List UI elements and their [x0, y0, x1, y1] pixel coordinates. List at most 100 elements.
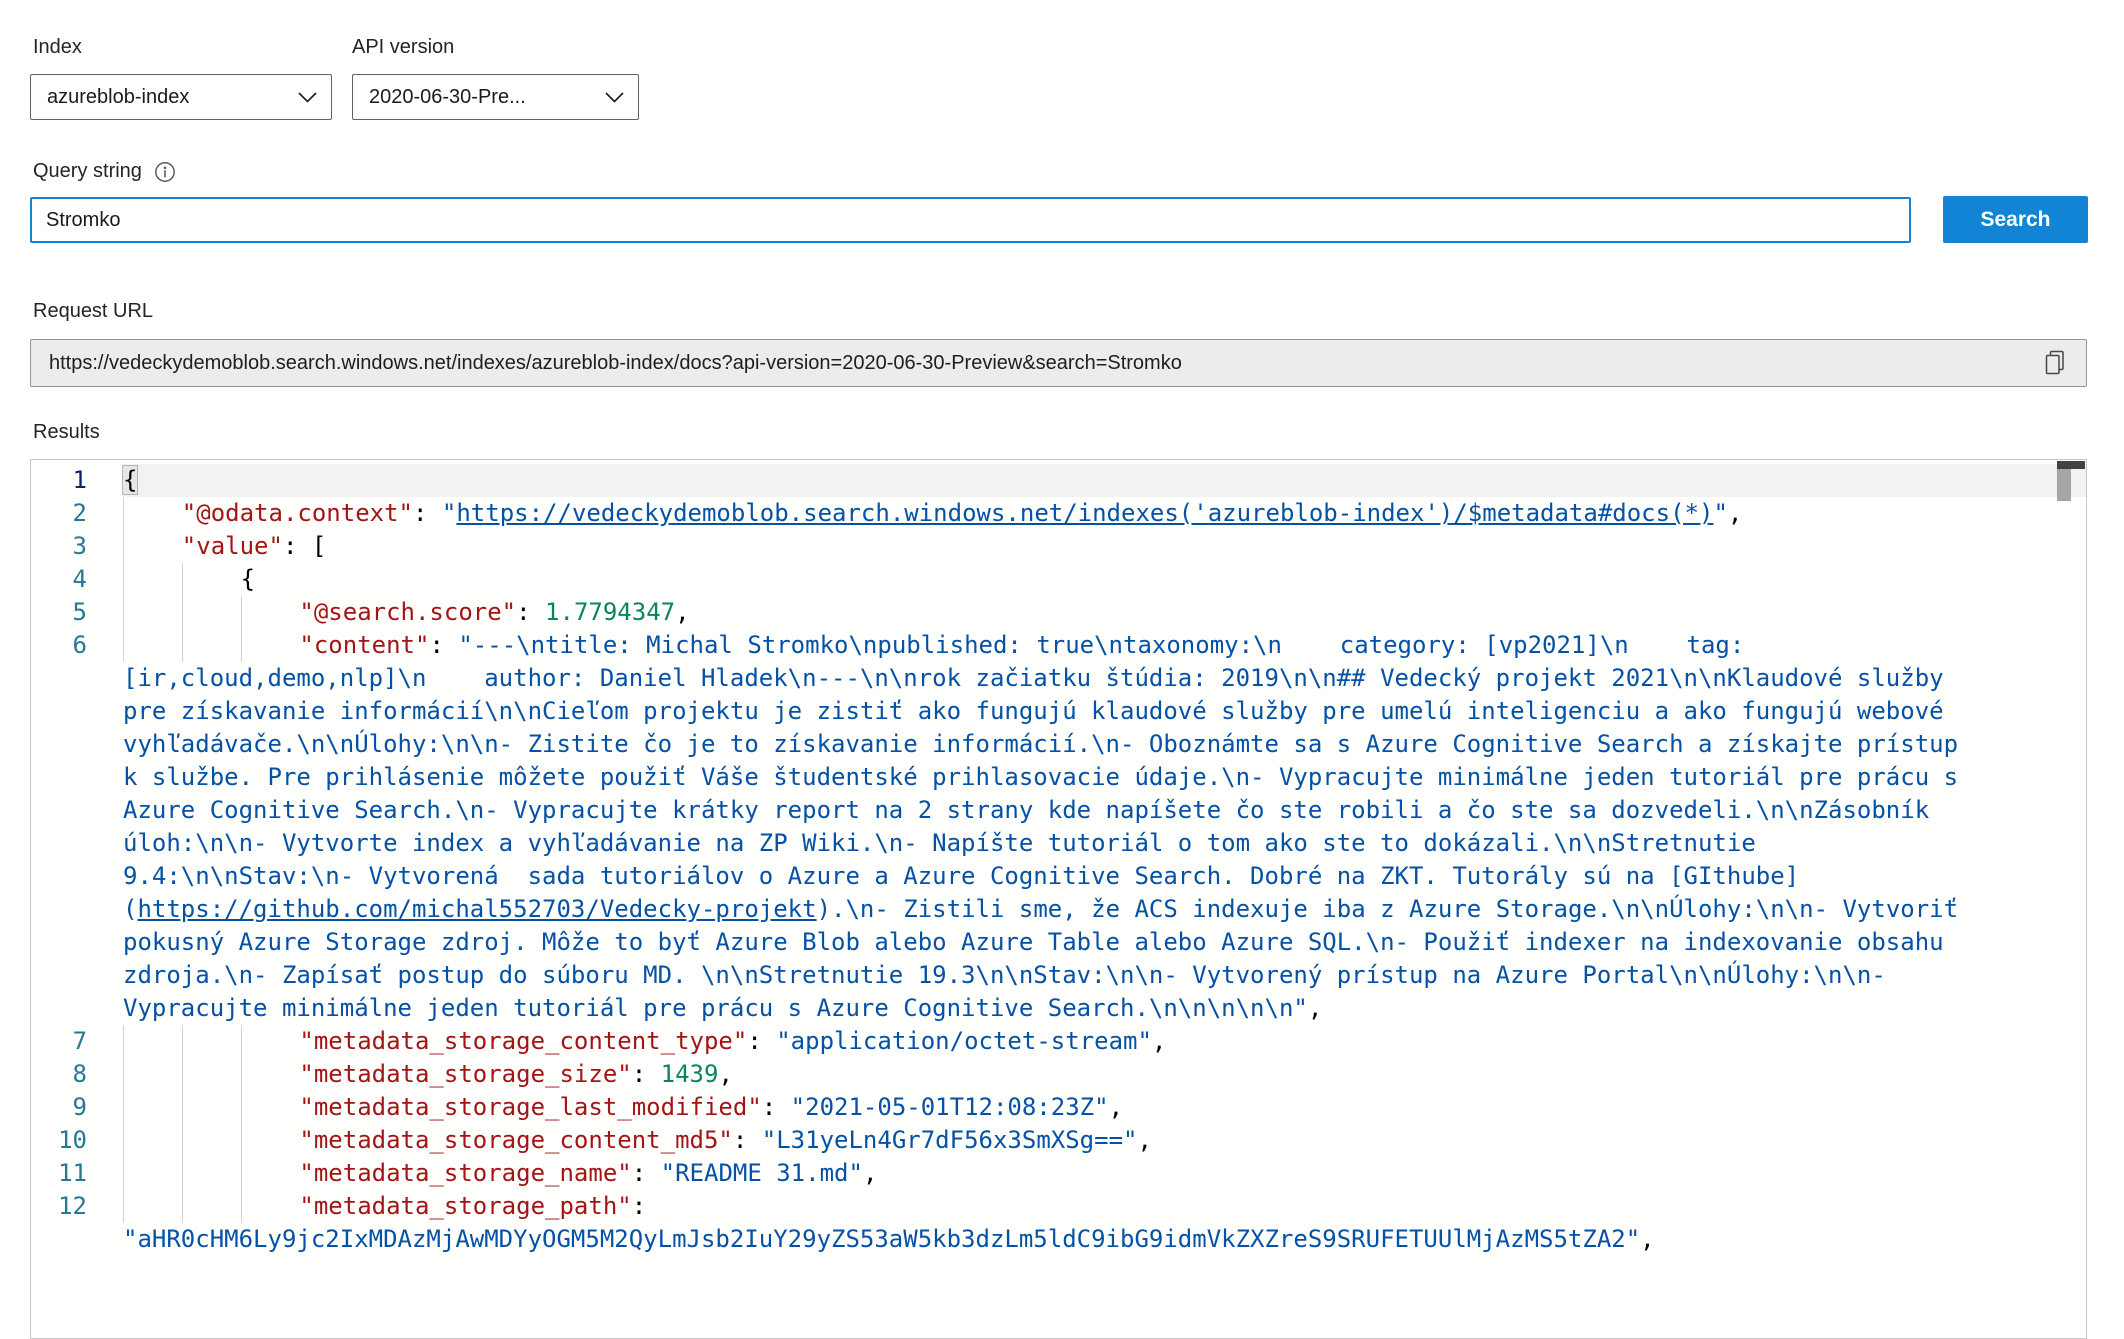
request-url-label: Request URL [33, 300, 153, 323]
line-number: 1 [31, 464, 87, 497]
line-number: 11 [31, 1157, 87, 1190]
line-content: { [123, 464, 1973, 497]
results-label: Results [33, 421, 100, 444]
code-token: " [1713, 499, 1727, 527]
code-token: , [675, 598, 689, 626]
editor-scrollbar[interactable] [2057, 461, 2085, 1339]
indent-guide [123, 596, 182, 629]
code-token: : [632, 1159, 661, 1187]
indent-guide [182, 629, 241, 662]
code-token: : [632, 1060, 661, 1088]
indent-guide [123, 497, 182, 530]
code-token: "metadata_storage_name" [299, 1159, 631, 1187]
indent-guide [182, 1190, 241, 1223]
line-content: "@odata.context": "https://vedeckydemobl… [123, 497, 1973, 530]
indent-guide [241, 1157, 300, 1190]
code-token: : [516, 598, 545, 626]
code-token: "aHR0cHM6Ly9jc2IxMDAzMjAwMDYyOGM5M2QyLmJ… [123, 1225, 1640, 1253]
query-string-input[interactable] [30, 197, 1911, 243]
api-version-label: API version [352, 36, 454, 59]
indent-guide [241, 1091, 300, 1124]
code-token: "metadata_storage_path" [299, 1192, 631, 1220]
indent-guide [123, 1025, 182, 1058]
code-token: { [123, 466, 137, 494]
chevron-down-icon [605, 86, 624, 109]
code-token: : [747, 1027, 776, 1055]
code-token: : [ [283, 532, 326, 560]
code-line: 4{ [31, 563, 2086, 596]
indent-guide [123, 1091, 182, 1124]
code-line: 11 "metadata_storage_name": "README 31.md… [31, 1157, 2086, 1190]
indent-guide [182, 1124, 241, 1157]
copy-icon [2042, 366, 2068, 381]
line-content: { [123, 563, 1973, 596]
indent-guide [182, 1157, 241, 1190]
scrollbar-thumb[interactable] [2057, 469, 2071, 501]
code-token: "content" [299, 631, 429, 659]
code-line: 9 "metadata_storage_last_modified": "2021… [31, 1091, 2086, 1124]
indent-guide [182, 596, 241, 629]
code-token: , [1640, 1225, 1654, 1253]
line-number: 12 [31, 1190, 87, 1223]
api-version-select-value: 2020-06-30-Pre... [369, 86, 526, 109]
code-token: "value" [182, 532, 283, 560]
line-content: "content": "---\ntitle: Michal Stromko\n… [123, 629, 1973, 1025]
code-token: : [762, 1093, 791, 1121]
code-token: , [1109, 1093, 1123, 1121]
request-url-box: https://vedeckydemoblob.search.windows.n… [30, 339, 2087, 387]
code-token: "@search.score" [299, 598, 516, 626]
index-select[interactable]: azureblob-index [30, 74, 332, 120]
code-token: , [718, 1060, 732, 1088]
line-content: "metadata_storage_last_modified": "2021-… [123, 1091, 1973, 1124]
indent-guide [123, 1190, 182, 1223]
indent-guide [123, 1124, 182, 1157]
overview-ruler-marker [2057, 461, 2085, 469]
indent-guide [241, 596, 300, 629]
line-number: 5 [31, 596, 87, 629]
line-number: 10 [31, 1124, 87, 1157]
code-token: "2021-05-01T12:08:23Z" [791, 1093, 1109, 1121]
chevron-down-icon [298, 86, 317, 109]
copy-button[interactable] [2040, 346, 2070, 380]
code-line: 6"content": "---\ntitle: Michal Stromko\… [31, 629, 2086, 1025]
api-version-select[interactable]: 2020-06-30-Pre... [352, 74, 639, 120]
code-link[interactable]: https://vedeckydemoblob.search.windows.n… [456, 499, 1713, 527]
indent-guide [241, 1190, 300, 1223]
indent-guide [123, 563, 182, 596]
line-number: 3 [31, 530, 87, 563]
search-explorer-page: { "colors": { "accent": "#1184d6", "key"… [0, 0, 2124, 1332]
line-content: "@search.score": 1.7794347, [123, 596, 1973, 629]
code-token: , [1152, 1027, 1166, 1055]
code-token: "metadata_storage_last_modified" [299, 1093, 761, 1121]
indent-guide [241, 1124, 300, 1157]
results-editor[interactable]: 1{2"@odata.context": "https://vedeckydem… [30, 459, 2087, 1339]
code-line: 5 "@search.score": 1.7794347, [31, 596, 2086, 629]
code-line: 1{ [31, 464, 2086, 497]
line-content: "metadata_storage_path": [123, 1190, 1973, 1223]
code-token: "metadata_storage_content_type" [299, 1027, 747, 1055]
code-token: "README 31.md" [661, 1159, 863, 1187]
indent-guide [123, 1157, 182, 1190]
info-icon[interactable] [154, 161, 176, 183]
line-number: 9 [31, 1091, 87, 1124]
line-content: "metadata_storage_size": 1439, [123, 1058, 1973, 1091]
indent-guide [241, 1025, 300, 1058]
code-line: 10"metadata_storage_content_md5": "L31ye… [31, 1124, 2086, 1157]
indent-guide [123, 629, 182, 662]
code-line: 8"metadata_storage_size": 1439, [31, 1058, 2086, 1091]
indent-guide [241, 1058, 300, 1091]
code-token: : [733, 1126, 762, 1154]
indent-guide [241, 629, 300, 662]
indent-guide [123, 530, 182, 563]
search-button[interactable]: Search [1943, 196, 2088, 243]
line-number: 7 [31, 1025, 87, 1058]
line-content: "value": [ [123, 530, 1973, 563]
code-link[interactable]: https://github.com/michal552703/Vedecky-… [137, 895, 816, 923]
code-token: : [632, 1192, 646, 1220]
indent-guide [182, 1025, 241, 1058]
code-token: , [863, 1159, 877, 1187]
code-token: "metadata_storage_content_md5" [299, 1126, 732, 1154]
indent-guide [182, 1058, 241, 1091]
code-token: "---\ntitle: Michal Stromko\npublished: … [123, 631, 1973, 923]
indent-guide [182, 1091, 241, 1124]
